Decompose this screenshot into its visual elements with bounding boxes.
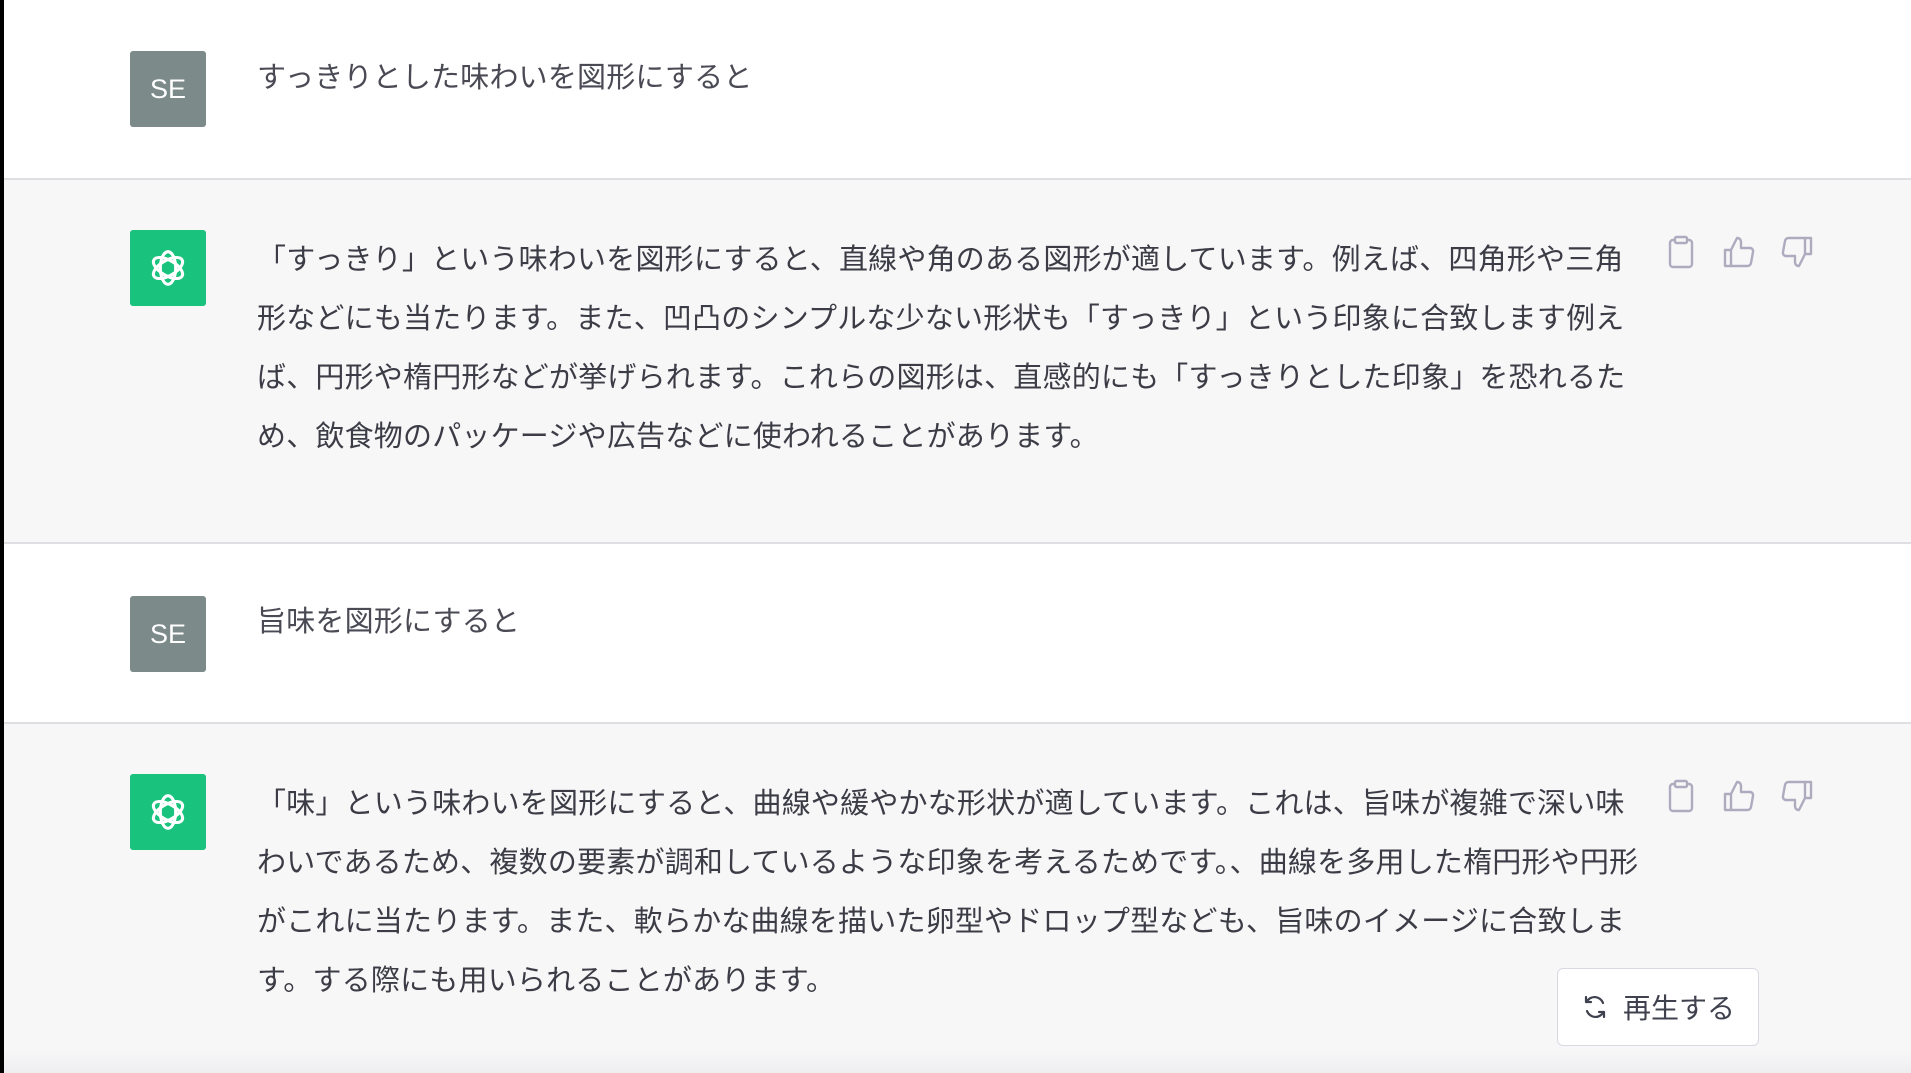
user-message-text: 旨味を図形にすると (257, 604, 521, 638)
message-actions (1664, 779, 1814, 813)
message-actions (1664, 235, 1814, 269)
user-message-text: すっきりとした味わいを図形にすると (257, 60, 753, 94)
user-message: SE 旨味を図形にすると (4, 544, 1911, 722)
user-avatar: SE (130, 51, 206, 127)
copy-button[interactable] (1664, 779, 1698, 813)
regenerate-label: 再生する (1622, 992, 1735, 1025)
user-avatar: SE (130, 596, 206, 672)
assistant-message: 「すっきり」という味わいを図形にすると、直線や角のある図形が適しています。例えば… (4, 180, 1911, 542)
openai-logo-icon (151, 250, 185, 286)
assistant-avatar (130, 774, 206, 850)
thumbs-down-icon (1781, 780, 1813, 812)
copy-button[interactable] (1664, 235, 1698, 269)
thumbs-up-icon (1723, 780, 1755, 812)
thumbs-up-button[interactable] (1722, 235, 1756, 269)
thumbs-up-icon (1723, 236, 1755, 268)
assistant-message-text: 「すっきり」という味わいを図形にすると、直線や角のある図形が適しています。例えば… (257, 242, 1626, 453)
bottom-fade (4, 1050, 1911, 1073)
thumbs-down-button[interactable] (1780, 235, 1814, 269)
clipboard-icon (1668, 779, 1694, 813)
openai-logo-icon (151, 794, 185, 830)
refresh-icon (1584, 995, 1606, 1019)
thumbs-up-button[interactable] (1722, 779, 1756, 813)
assistant-message-text: 「味」という味わいを図形にすると、曲線や緩やかな形状が適しています。これは、旨味… (257, 786, 1639, 997)
thumbs-down-icon (1781, 236, 1813, 268)
thumbs-down-button[interactable] (1780, 779, 1814, 813)
assistant-avatar (130, 230, 206, 306)
regenerate-button[interactable]: 再生する (1557, 968, 1759, 1046)
clipboard-icon (1668, 235, 1694, 269)
user-message: SE すっきりとした味わいを図形にすると (4, 0, 1911, 178)
